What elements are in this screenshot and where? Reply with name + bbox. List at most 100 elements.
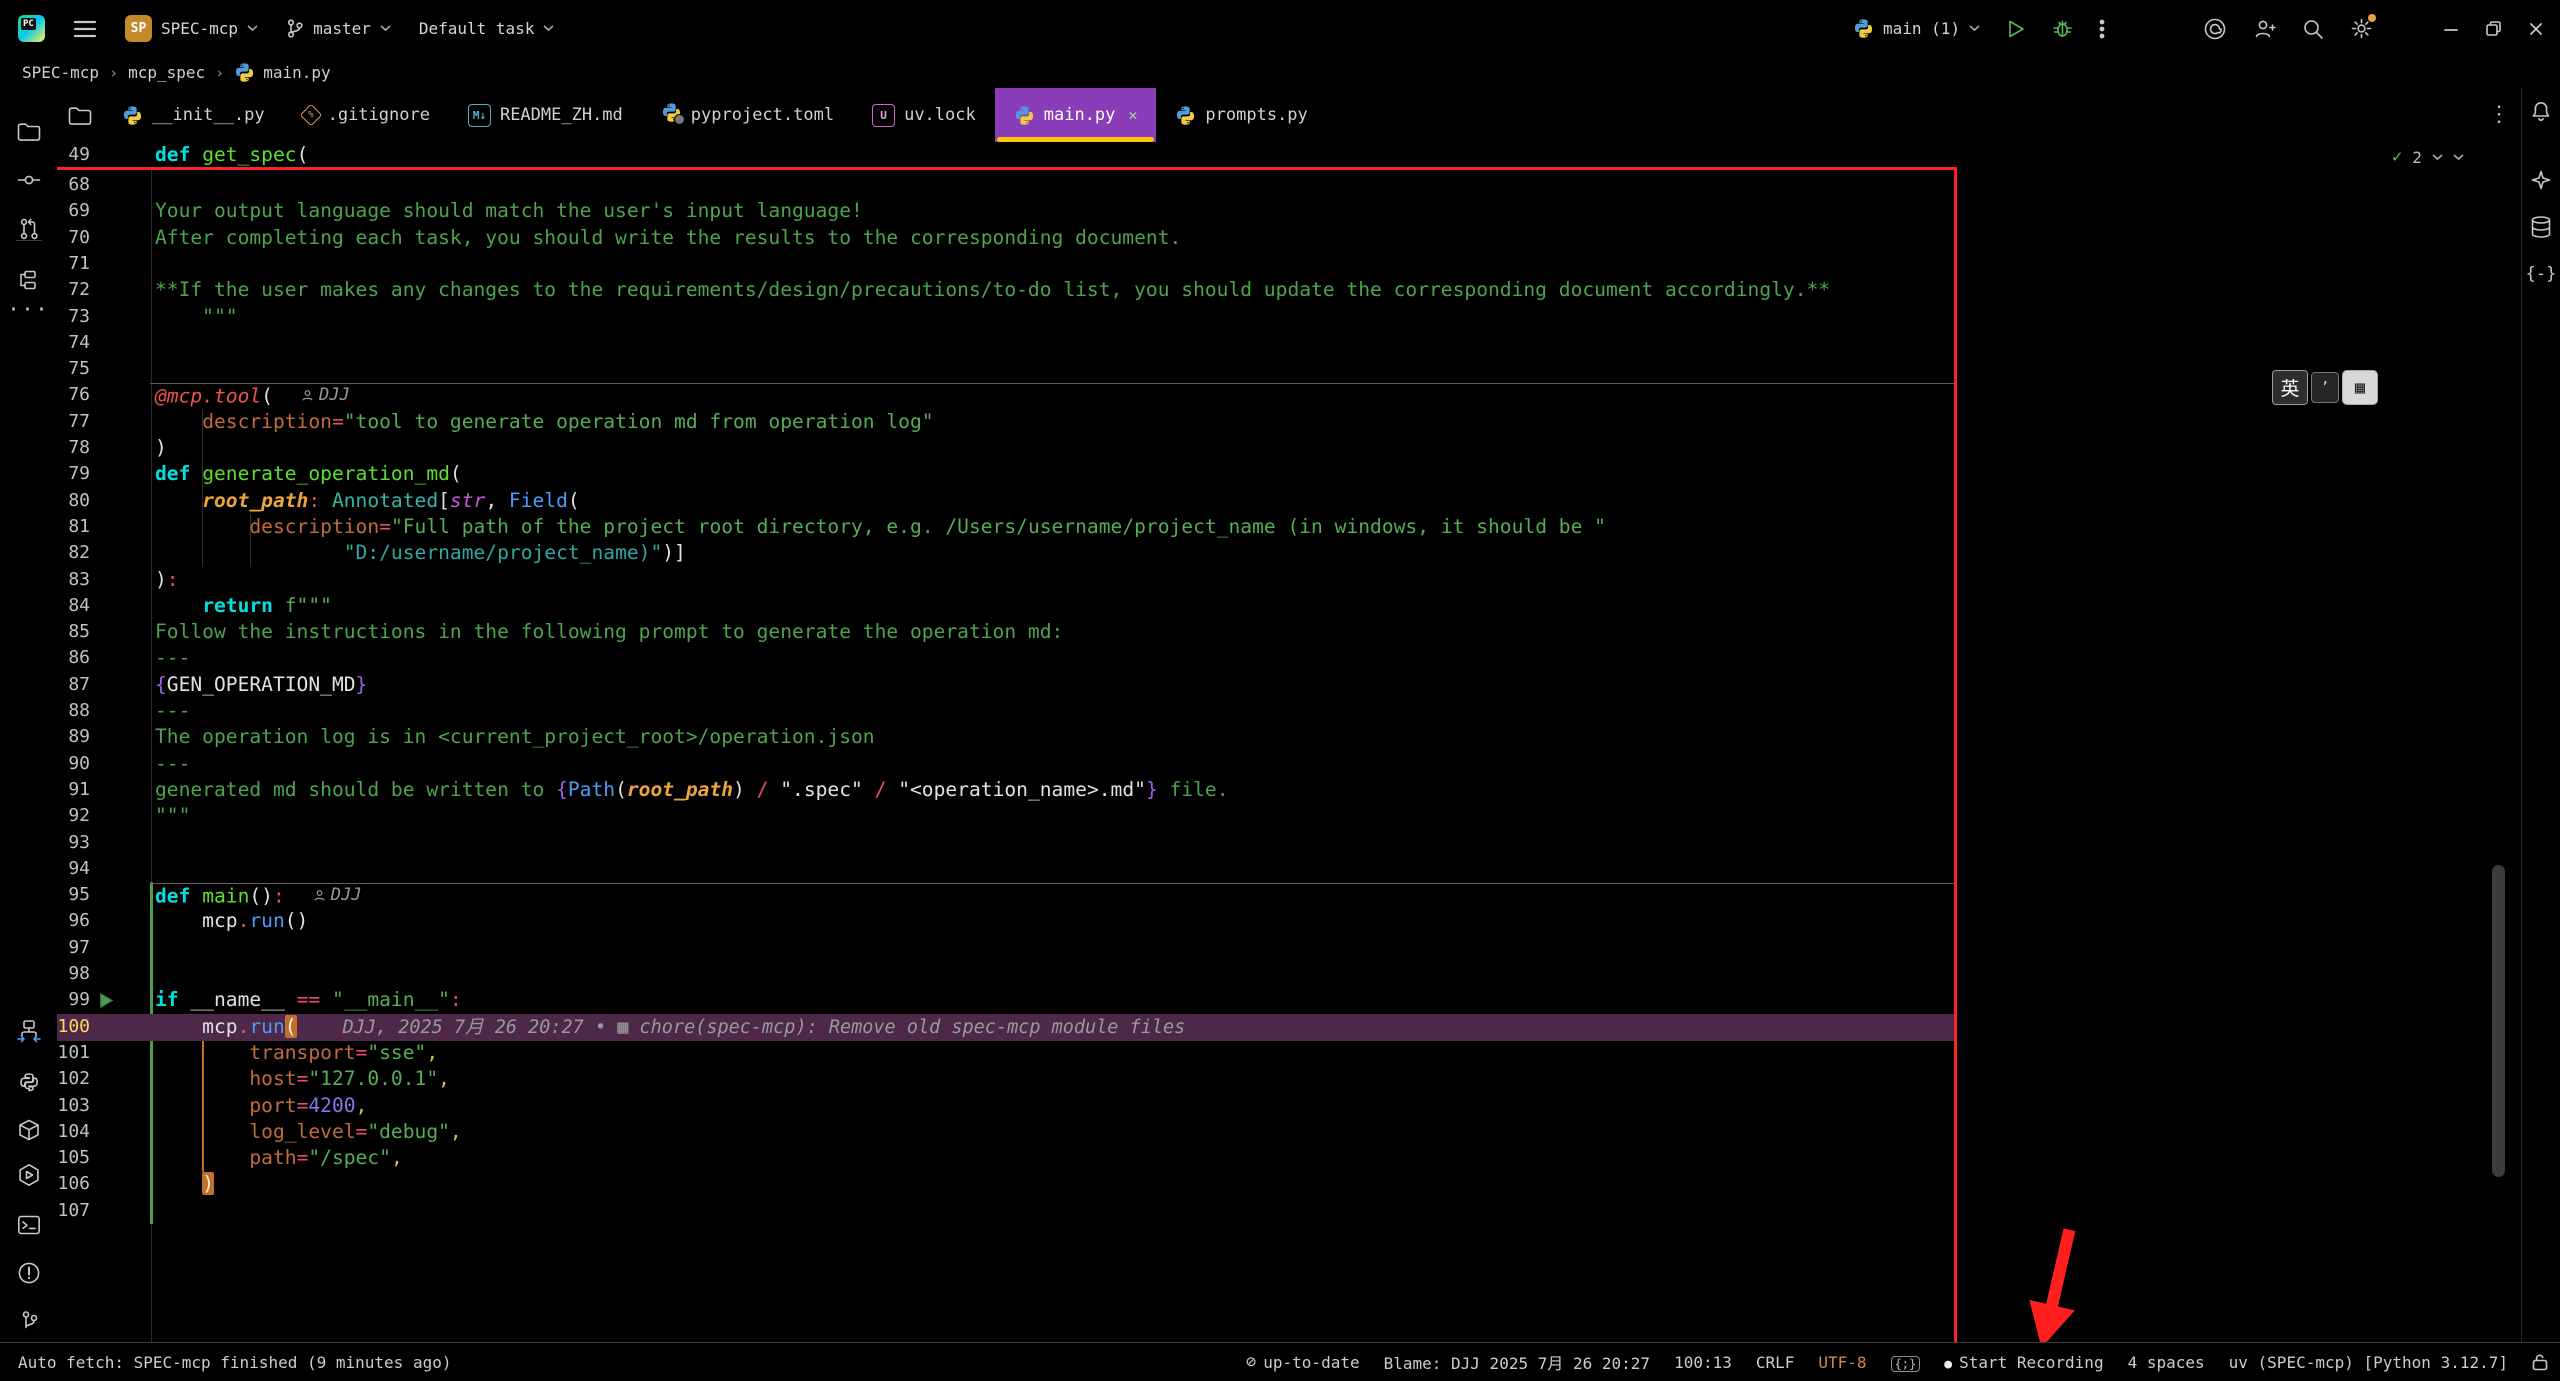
code-line-102[interactable]: 102 host="127.0.0.1", [57,1066,1954,1093]
run-config-selector[interactable]: main (1) [1853,18,1980,39]
code-line-107[interactable]: 107 [57,1198,1954,1225]
status-item-uv[interactable]: uv (SPEC-mcp) [Python 3.12.7] [2229,1353,2508,1372]
code-line-80[interactable]: 80 root_path: Annotated[str, Field( [57,488,1954,515]
branch-selector[interactable]: master [286,18,391,39]
code-line-100[interactable]: 100 mcp.run(DJJ, 2025 7月 26 20:27 • ▦ ch… [57,1014,1954,1041]
line-number[interactable]: 106 [57,1171,90,1197]
line-number[interactable]: 107 [57,1198,90,1224]
line-number[interactable]: 94 [57,856,90,882]
line-number[interactable]: 81 [57,514,90,540]
code-line-78[interactable]: 78) [57,435,1954,462]
tab-prompts.py[interactable]: prompts.py [1156,88,1326,142]
code-line-69[interactable]: 69Your output language should match the … [57,198,1954,225]
python-console-icon[interactable] [14,1067,44,1097]
prev-problem-arrow[interactable] [2432,154,2443,161]
breadcrumb-item[interactable]: mcp_spec [128,63,205,82]
tab-README_ZH.md[interactable]: M↓README_ZH.md [449,88,642,142]
line-number[interactable]: 93 [57,830,90,856]
line-number[interactable]: 105 [57,1145,90,1171]
line-number[interactable]: 86 [57,645,90,671]
debug-button[interactable] [2052,18,2073,39]
tab-uv.lock[interactable]: Uuv.lock [853,88,995,142]
tab-.gitignore[interactable]: %.gitignore [284,88,449,142]
status-item-4[interactable]: 4 spaces [2128,1353,2205,1372]
code-line-91[interactable]: 91generated md should be written to {Pat… [57,777,1954,804]
endpoints-icon[interactable] [14,1017,44,1047]
services-icon[interactable] [14,1160,44,1190]
code-widgets-icon[interactable]: {-} [2528,261,2554,287]
line-number[interactable]: 98 [57,961,90,987]
task-selector[interactable]: Default task [419,19,555,38]
run-button[interactable] [2006,19,2026,39]
line-number[interactable]: 83 [57,567,90,593]
close-button[interactable] [2528,21,2544,37]
line-number[interactable]: 74 [57,330,90,356]
code-line-103[interactable]: 103 port=4200, [57,1093,1954,1120]
code-line-87[interactable]: 87{GEN_OPERATION_MD} [57,672,1954,699]
next-problem-arrow[interactable] [2453,154,2464,161]
ime-panel-icon[interactable]: ▦ [2342,370,2378,405]
line-number[interactable]: 69 [57,198,90,224]
code-line-70[interactable]: 70After completing each task, you should… [57,225,1954,252]
tab-pyproject.toml[interactable]: pyproject.toml [642,88,853,142]
code-line-85[interactable]: 85Follow the instructions in the followi… [57,619,1954,646]
line-number[interactable]: 75 [57,356,90,382]
status-item-100:13[interactable]: 100:13 [1674,1353,1732,1372]
minimize-button[interactable] [2443,21,2459,37]
code-line-81[interactable]: 81 description="Full path of the project… [57,514,1954,541]
code-line-74[interactable]: 74 [57,330,1954,357]
line-number[interactable]: 104 [57,1119,90,1145]
code-line-84[interactable]: 84 return f""" [57,593,1954,620]
ai-chat-icon[interactable] [2528,167,2554,193]
editor-scrollbar[interactable] [2492,865,2505,1177]
settings-button[interactable] [2350,17,2373,40]
code-line-49[interactable]: 49def get_spec( [57,142,1954,169]
line-number[interactable]: 89 [57,724,90,750]
code-line-77[interactable]: 77 description="tool to generate operati… [57,409,1954,436]
line-number[interactable]: 72 [57,277,90,303]
line-number[interactable]: 73 [57,304,90,330]
line-number[interactable]: 79 [57,461,90,487]
more-actions-button[interactable] [2099,19,2105,39]
line-number[interactable]: 96 [57,908,90,934]
line-number[interactable]: 92 [57,803,90,829]
line-number[interactable]: 90 [57,751,90,777]
code-line-97[interactable]: 97 [57,935,1954,962]
line-number[interactable]: 101 [57,1040,90,1066]
code-line-106[interactable]: 106 ) [57,1171,1954,1198]
ime-widget[interactable]: 英 ’ ▦ [2272,370,2378,405]
line-number[interactable]: 91 [57,777,90,803]
code-line-94[interactable]: 94 [57,856,1954,883]
line-number[interactable]: 87 [57,672,90,698]
restore-button[interactable] [2485,20,2502,37]
line-number[interactable]: 71 [57,251,90,277]
line-number[interactable]: 80 [57,488,90,514]
add-user-button[interactable] [2253,18,2276,40]
code-line-99[interactable]: 99if __name__ == "__main__": [57,987,1954,1014]
line-number[interactable]: 68 [57,172,90,198]
code-line-101[interactable]: 101 transport="sse", [57,1040,1954,1067]
main-menu-button[interactable] [73,19,97,39]
line-number[interactable]: 102 [57,1066,90,1092]
code-line-68[interactable]: 68 [57,172,1954,199]
inspection-widget[interactable]: ✓ 2 [2392,144,2464,170]
status-item-start[interactable]: ●Start Recording [1944,1353,2103,1372]
breadcrumb-item[interactable]: SPEC-mcp [14,63,99,82]
line-number[interactable]: 70 [57,225,90,251]
line-number[interactable]: 103 [57,1093,90,1119]
line-number[interactable]: 100 [57,1014,90,1040]
tab-__init__.py[interactable]: __init__.py [103,88,284,142]
status-item-blame:[interactable]: Blame: DJJ 2025 7月 26 20:27 [1384,1350,1650,1374]
code-line-88[interactable]: 88--- [57,698,1954,725]
line-number[interactable]: 97 [57,935,90,961]
line-number[interactable]: 49 [57,142,90,168]
search-button[interactable] [2302,18,2324,40]
hidden-tabs-menu[interactable]: ⋮ [2488,102,2510,127]
status-item-icon[interactable]: {;} [1891,1353,1921,1372]
structure-icon[interactable] [14,265,44,295]
project-folder-icon[interactable] [14,116,44,146]
ai-assistant-button[interactable] [2203,17,2227,41]
line-number[interactable]: 78 [57,435,90,461]
code-line-90[interactable]: 90--- [57,751,1954,778]
code-line-83[interactable]: 83): [57,567,1954,594]
